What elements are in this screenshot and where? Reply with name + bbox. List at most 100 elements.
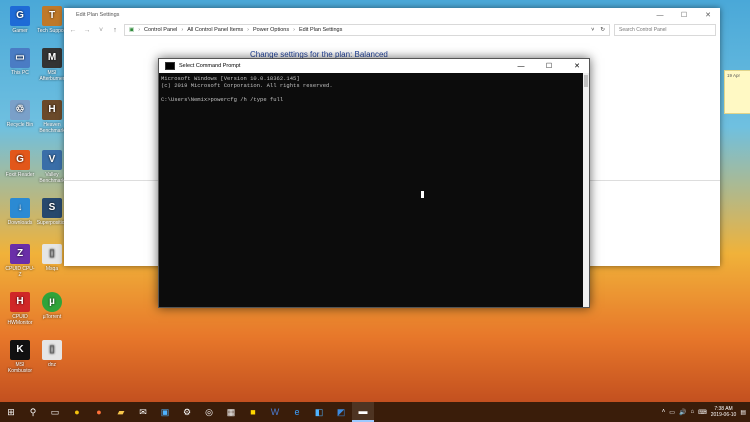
firefox-icon[interactable]: ● xyxy=(88,402,110,422)
desktop-icon-label: MSI Afterburner xyxy=(39,70,65,82)
cmd-taskbar-icon[interactable]: ▬ xyxy=(352,402,374,422)
desktop-icon-label: Downloads xyxy=(7,220,33,226)
afterburner-icon: M xyxy=(42,48,62,68)
minimize-icon[interactable]: — xyxy=(509,59,533,73)
address-bar[interactable]: ▣ › Control Panel › All Control Panel It… xyxy=(124,24,610,36)
cmd-title: Select Command Prompt xyxy=(179,63,241,69)
desktop-icon[interactable]: K MSI Kombustor xyxy=(4,340,36,374)
cpu-z-icon: Z xyxy=(10,244,30,264)
network-icon[interactable]: ◎ xyxy=(198,402,220,422)
app-icon: T xyxy=(42,6,62,26)
desktop-icon[interactable]: ▭ This PC xyxy=(4,48,36,76)
notifications-icon[interactable]: ▤ xyxy=(740,409,746,416)
sticky-note[interactable]: 19 Apr xyxy=(724,70,750,114)
cmd-icon xyxy=(165,62,175,70)
clock-date: 2019-06-10 xyxy=(710,412,737,418)
settings-icon[interactable]: ⚙ xyxy=(176,402,198,422)
desktop-icon-label: Valley Benchmark xyxy=(39,172,65,184)
desktop-icon-label: dnz xyxy=(47,362,57,368)
breadcrumb-item[interactable]: Control Panel xyxy=(144,27,177,33)
desktop-icon-label: Recycle Bin xyxy=(6,122,34,128)
desktop-icon[interactable]: Z CPUID CPU-Z xyxy=(4,244,36,278)
keyboard-icon[interactable]: ⌨ xyxy=(698,409,707,416)
desktop-icon[interactable]: H CPUID HWMonitor xyxy=(4,292,36,326)
file-icon: ▯ xyxy=(42,244,62,264)
system-tray: ˄ ▭ 🔊 ⌂ ⌨ 7:38 AM 2019-06-10 ▤ xyxy=(662,406,750,418)
clock[interactable]: 7:38 AM 2019-06-10 xyxy=(711,406,737,418)
control-panel-icon: ▣ xyxy=(129,27,135,33)
back-arrow-icon[interactable]: ← xyxy=(68,25,78,35)
desktop-icon[interactable]: ♲ Recycle Bin xyxy=(4,100,36,128)
mail-icon[interactable]: ✉ xyxy=(132,402,154,422)
user-folder-icon: G xyxy=(10,6,30,26)
up-arrow-icon[interactable]: ↑ xyxy=(110,25,120,35)
word-icon[interactable]: W xyxy=(264,402,286,422)
close-icon[interactable]: ✕ xyxy=(696,8,720,22)
desktop-icon-label: CPUID CPU-Z xyxy=(5,266,35,278)
folder-icon[interactable]: ▰ xyxy=(110,402,132,422)
breadcrumb-separator: › xyxy=(138,27,141,33)
breadcrumb-item[interactable]: Power Options xyxy=(253,27,289,33)
desktop-icon[interactable]: µ µTorrent xyxy=(36,292,68,320)
breadcrumb-item[interactable]: Edit Plan Settings xyxy=(299,27,342,33)
file-icon: ▯ xyxy=(42,340,62,360)
maximize-icon[interactable]: ☐ xyxy=(537,59,561,73)
address-row: ← → ˅ ↑ ▣ › Control Panel › All Control … xyxy=(64,22,720,38)
breadcrumb-separator: › xyxy=(247,27,250,33)
sticky-notes-icon[interactable]: ■ xyxy=(242,402,264,422)
hwmonitor-icon: H xyxy=(10,292,30,312)
kombustor-icon: K xyxy=(10,340,30,360)
recycle-bin-icon: ♲ xyxy=(10,100,30,120)
start-icon[interactable]: ⊞ xyxy=(0,402,22,422)
refresh-icon[interactable]: ↻ xyxy=(600,27,609,33)
search-input[interactable]: Search Control Panel xyxy=(614,24,716,36)
edge-icon[interactable]: e xyxy=(286,402,308,422)
superposition-icon: S xyxy=(42,198,62,218)
desktop-icon-label: µTorrent xyxy=(42,314,62,320)
close-icon[interactable]: ✕ xyxy=(565,59,589,73)
cmd-scrollbar[interactable] xyxy=(583,73,589,307)
foxit-reader-icon: G xyxy=(10,150,30,170)
recent-chevron-icon[interactable]: ˅ xyxy=(96,25,106,35)
text-cursor xyxy=(421,191,424,198)
command-prompt-window: Select Command Prompt — ☐ ✕ Microsoft Wi… xyxy=(158,58,590,308)
minimize-icon[interactable]: — xyxy=(648,8,672,22)
address-dropdown-icon[interactable]: ˅ xyxy=(591,27,596,33)
network-tray-icon[interactable]: ⌂ xyxy=(690,409,694,415)
desktop-icon-label: MSI Kombustor xyxy=(7,362,33,374)
calculator-icon[interactable]: ▦ xyxy=(220,402,242,422)
chevron-up-icon[interactable]: ˄ xyxy=(662,409,666,415)
desktop-icon[interactable]: G Gamer xyxy=(4,6,36,34)
desktop-icon[interactable]: ▯ dnz xyxy=(36,340,68,368)
cmd-output[interactable]: Microsoft Windows [Version 10.0.18362.14… xyxy=(159,73,583,307)
desktop-icon-label: Tech Support xyxy=(37,28,67,34)
desktop-icon-label: This PC xyxy=(11,70,29,76)
taskbar: ⊞ ⚲ ▭ ● ● ▰ ✉ ▣ ⚙ ◎ ▦ ■ W e ◧ ◩ ▬ ˄ ▭ 🔊 … xyxy=(0,402,750,422)
heaven-icon: H xyxy=(42,100,62,120)
search-icon[interactable]: ⚲ xyxy=(22,402,44,422)
this-pc-icon: ▭ xyxy=(10,48,30,68)
desktop-icon[interactable]: G Foxit Reader xyxy=(4,150,36,178)
valley-icon: V xyxy=(42,150,62,170)
cmd-titlebar[interactable]: Select Command Prompt — ☐ ✕ xyxy=(159,59,589,73)
breadcrumb-separator: › xyxy=(293,27,295,33)
scrollbar-thumb[interactable] xyxy=(584,75,588,87)
window-titlebar[interactable]: Edit Plan Settings — ☐ ✕ xyxy=(64,8,720,22)
maximize-icon[interactable]: ☐ xyxy=(672,8,696,22)
outlook-icon[interactable]: ◩ xyxy=(330,402,352,422)
desktop-icon-label: Superposition xyxy=(36,220,68,226)
store-icon[interactable]: ▣ xyxy=(154,402,176,422)
downloads-icon: ↓ xyxy=(10,198,30,218)
chrome-icon[interactable]: ● xyxy=(66,402,88,422)
photos-icon[interactable]: ◧ xyxy=(308,402,330,422)
breadcrumb-separator: › xyxy=(181,27,184,33)
desktop-icon[interactable]: ↓ Downloads xyxy=(4,198,36,226)
desktop-icon-label: Gamer xyxy=(12,28,28,34)
breadcrumb-item[interactable]: All Control Panel Items xyxy=(187,27,243,33)
task-view-icon[interactable]: ▭ xyxy=(44,402,66,422)
desktop-icon-label: CPUID HWMonitor xyxy=(7,314,33,326)
window-title: Edit Plan Settings xyxy=(76,12,120,18)
forward-arrow-icon[interactable]: → xyxy=(82,25,92,35)
display-icon[interactable]: ▭ xyxy=(669,409,675,416)
speaker-icon[interactable]: 🔊 xyxy=(679,409,686,416)
